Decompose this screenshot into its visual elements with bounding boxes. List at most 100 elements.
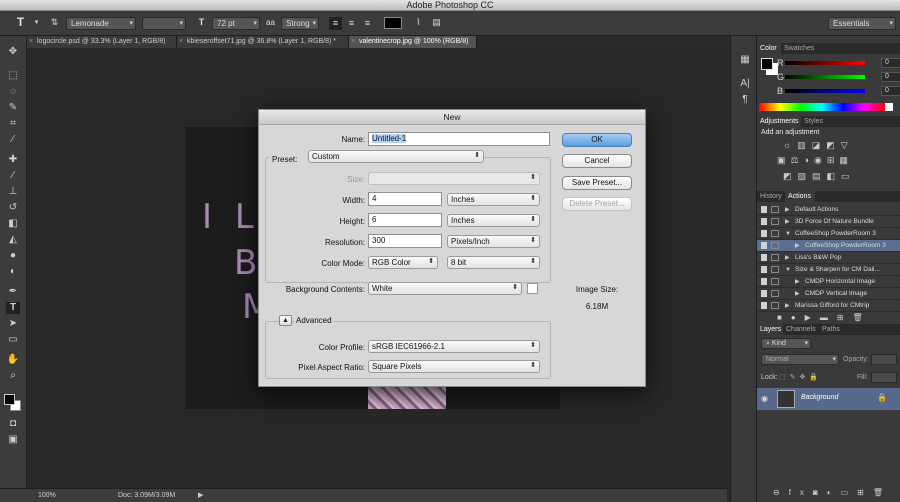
height-unit-select[interactable]: Inches ⬍ [447, 214, 540, 227]
text-orientation-icon[interactable]: ⇅ [48, 16, 61, 29]
adjustment-icons-row-3[interactable]: ◩▨▤◧▭ [783, 171, 856, 182]
quick-select-tool-icon[interactable]: ✎ [6, 102, 20, 114]
marquee-tool-icon[interactable]: ⬚ [6, 70, 20, 82]
background-color-swatch[interactable] [527, 283, 538, 294]
blue-slider[interactable]: B 0 [777, 86, 900, 96]
zoom-level[interactable]: 100% [38, 492, 56, 499]
color-mode-select[interactable]: RGB Color ⬍ [368, 256, 438, 269]
document-tab[interactable]: × kbieseroffset71.jpg @ 36.8% (Layer 1, R… [177, 36, 349, 48]
antialias-select[interactable]: Strong ▾ [281, 17, 319, 30]
green-value[interactable]: 0 [881, 72, 900, 82]
width-unit-select[interactable]: Inches ⬍ [447, 193, 540, 206]
tab-actions[interactable]: Actions [785, 191, 815, 202]
document-tab-active[interactable]: × valentinecrop.jpg @ 100% (RGB/8) [349, 36, 477, 48]
opacity-input[interactable] [871, 354, 897, 365]
character-panel-icon[interactable]: A| [738, 78, 752, 90]
tab-swatches[interactable]: Swatches [781, 43, 815, 54]
background-contents-select[interactable]: White ⬍ [368, 282, 522, 295]
screen-mode-icon[interactable]: ▣ [6, 434, 20, 446]
pen-tool-icon[interactable]: ✒ [6, 286, 20, 298]
brush-tool-icon[interactable]: ∕ [6, 170, 20, 182]
align-left-icon[interactable]: ≡ [329, 17, 342, 30]
foreground-color-swatch[interactable] [4, 394, 15, 405]
pixel-aspect-ratio-select[interactable]: Square Pixels ⬍ [368, 360, 540, 373]
tab-styles[interactable]: Styles [801, 116, 829, 127]
action-row[interactable]: ▶ CMDP Horizontal Image [757, 276, 900, 288]
type-tool-icon[interactable]: T [6, 302, 20, 314]
action-set-row[interactable]: ▼ CoffeeShop PowderRoom 3 [757, 228, 900, 240]
actions-footer-buttons[interactable]: ■●▶▬⊞🗑 [777, 313, 872, 322]
tab-color[interactable]: Color [757, 43, 781, 54]
quick-mask-icon[interactable]: ◘ [6, 418, 20, 430]
delete-preset-button[interactable]: Delete Preset... [562, 197, 632, 211]
width-field[interactable]: 4 [368, 192, 442, 206]
action-set-row[interactable]: ▼ Size & Sharpen for CM Dail... [757, 264, 900, 276]
height-field[interactable]: 6 [368, 213, 442, 227]
close-icon[interactable]: × [351, 36, 355, 48]
bit-depth-select[interactable]: 8 bit ⬍ [447, 256, 540, 269]
blue-value[interactable]: 0 [881, 86, 900, 96]
adjustment-icons-row-2[interactable]: ▣⚖◑◉⊞▦ [777, 155, 853, 166]
action-set-row[interactable]: ▶ Default Actions [757, 204, 900, 216]
advanced-toggle-icon[interactable]: ▲ [279, 315, 292, 326]
font-style-select[interactable]: ▾ [142, 17, 186, 30]
blur-tool-icon[interactable]: ● [6, 250, 20, 262]
red-slider[interactable]: R 0 [777, 58, 900, 68]
save-preset-button[interactable]: Save Preset... [562, 176, 632, 190]
fill-input[interactable] [871, 372, 897, 383]
hand-tool-icon[interactable]: ✋ [6, 354, 20, 366]
healing-tool-icon[interactable]: ✚ [6, 154, 20, 166]
tab-paths[interactable]: Paths [819, 324, 845, 335]
crop-tool-icon[interactable]: ⌗ [6, 118, 20, 130]
text-color-swatch[interactable] [384, 17, 402, 29]
eraser-tool-icon[interactable]: ◧ [6, 218, 20, 230]
name-field[interactable]: Untitled-1 [368, 132, 550, 146]
adjustment-icons-row-1[interactable]: ☼▥◪◩▽ [783, 140, 854, 151]
blend-mode-select[interactable]: Normal ▾ [761, 354, 839, 365]
move-tool-icon[interactable]: ✥ [6, 46, 20, 58]
path-select-tool-icon[interactable]: ➤ [6, 318, 20, 330]
character-panel-icon[interactable]: ▤ [430, 16, 443, 29]
align-center-icon[interactable]: ≡ [345, 17, 358, 30]
tab-history[interactable]: History [757, 191, 785, 202]
lock-icons[interactable]: ⬚✎✥🔒 [779, 373, 822, 381]
color-spectrum-ramp[interactable] [759, 103, 885, 111]
size-select[interactable]: ⬍ [368, 172, 540, 185]
red-value[interactable]: 0 [881, 58, 900, 68]
layer-filter-select[interactable]: ⌕ Kind ▾ [761, 338, 811, 349]
dodge-tool-icon[interactable]: ◐ [6, 266, 20, 278]
action-set-row[interactable]: ▶ Marissa Gifford for CMtrip [757, 300, 900, 312]
layers-footer-buttons[interactable]: ⊖fx◙◐▭⊞🗑 [773, 488, 892, 497]
eye-icon[interactable]: ◉ [761, 394, 768, 403]
tab-channels[interactable]: Channels [783, 324, 819, 335]
action-set-row[interactable]: ▶ Lisa's B&W Pop [757, 252, 900, 264]
font-family-select[interactable]: Lemonade ▾ [66, 17, 136, 30]
type-tool-icon[interactable]: T [14, 16, 27, 29]
foreground-color-swatch[interactable] [761, 58, 773, 70]
paint-bucket-tool-icon[interactable]: ◭ [6, 234, 20, 246]
action-row[interactable]: ▶ CMDP Vertical Image [757, 288, 900, 300]
action-row-selected[interactable]: ▶ CoffeeShop PowderRoom 3 [757, 240, 900, 252]
resolution-field[interactable]: 300 [368, 234, 442, 248]
ok-button[interactable]: OK [562, 133, 632, 147]
eyedropper-tool-icon[interactable]: ⁄ [6, 134, 20, 146]
preset-select[interactable]: Custom ⬍ [308, 150, 484, 163]
zoom-tool-icon[interactable]: ⌕ [6, 370, 20, 382]
layer-row-selected[interactable]: ◉ Background 🔒 [757, 388, 900, 410]
green-slider[interactable]: G 0 [777, 72, 900, 82]
color-profile-select[interactable]: sRGB IEC61966-2.1 ⬍ [368, 340, 540, 353]
cancel-button[interactable]: Cancel [562, 154, 632, 168]
status-menu-arrow-icon[interactable]: ▶ [198, 491, 203, 499]
font-size-select[interactable]: 72 pt ▾ [212, 17, 260, 30]
paragraph-panel-icon[interactable]: ¶ [738, 94, 752, 106]
tab-adjustments[interactable]: Adjustments [757, 116, 801, 127]
close-icon[interactable]: × [29, 36, 33, 48]
workspace-select[interactable]: Essentials ▾ [828, 17, 896, 30]
lasso-tool-icon[interactable]: ◌ [6, 86, 20, 98]
action-set-row[interactable]: ▶ 3D Force Of Nature Bundle [757, 216, 900, 228]
align-right-icon[interactable]: ≡ [361, 17, 374, 30]
document-tab[interactable]: × logocircle.psd @ 33.3% (Layer 1, RGB/8) [27, 36, 177, 48]
history-panel-icon[interactable]: ▦ [738, 54, 752, 66]
close-icon[interactable]: × [179, 36, 183, 48]
tab-layers[interactable]: Layers [757, 324, 783, 335]
